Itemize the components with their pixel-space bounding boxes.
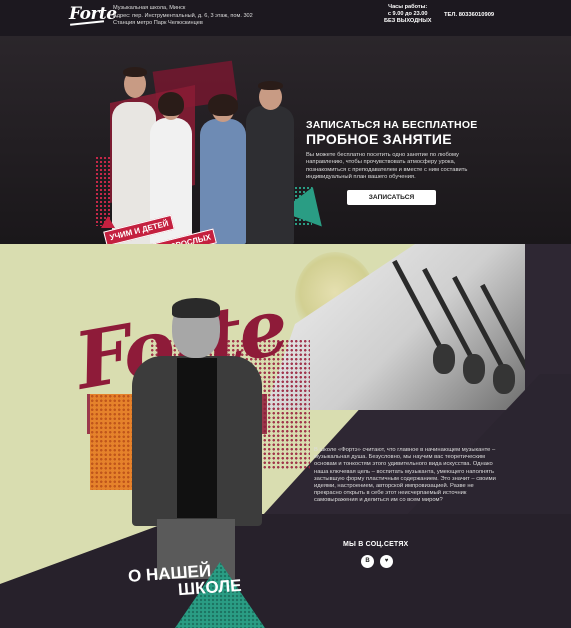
warning-triangle-icon bbox=[101, 216, 115, 228]
team-photo-hair bbox=[208, 94, 238, 116]
phone-number[interactable]: ТЕЛ. 80336010909 bbox=[444, 12, 494, 18]
team-photo-hair bbox=[258, 81, 283, 90]
guitar-body bbox=[463, 354, 485, 384]
vk-icon[interactable]: В bbox=[361, 555, 374, 568]
teacher-hair bbox=[172, 298, 220, 318]
hero-description: Вы можете бесплатно посетить одно заняти… bbox=[306, 152, 468, 180]
team-photo-hair bbox=[158, 92, 184, 116]
team-photo-person bbox=[200, 119, 246, 244]
guitar-body bbox=[433, 344, 455, 374]
signup-button[interactable]: ЗАПИСАТЬСЯ bbox=[347, 190, 436, 205]
hours-line: Часы работы: bbox=[388, 4, 428, 10]
hours-line: с 9.00 до 23.00 bbox=[387, 11, 428, 17]
about-section: Forte В школе «Фортэ» считают, что главн… bbox=[0, 244, 571, 628]
site-header: Forte Музыкальная школа, Минск Адрес: пе… bbox=[0, 0, 571, 36]
hero-title: ЗАПИСАТЬСЯ НА БЕСПЛАТНОЕ bbox=[306, 119, 478, 131]
guitar-body bbox=[493, 364, 515, 394]
teacher-photo bbox=[122, 294, 262, 579]
social-title: МЫ В СОЦ.СЕТЯХ bbox=[343, 541, 409, 548]
hours-line: БЕЗ ВЫХОДНЫХ bbox=[384, 18, 432, 24]
team-photo-hair bbox=[123, 67, 147, 77]
heart-icon[interactable]: ♥ bbox=[380, 555, 393, 568]
team-photo-person bbox=[246, 106, 294, 244]
address-line: Адрес: пер. Инструментальный, д. 6, 3 эт… bbox=[113, 12, 253, 19]
address-block: Музыкальная школа, Минск Адрес: пер. Инс… bbox=[113, 5, 253, 28]
address-line: Станция метро Парк Челюскинцев bbox=[113, 20, 203, 26]
working-hours: Часы работы: с 9.00 до 23.00 БЕЗ ВЫХОДНЫ… bbox=[384, 4, 431, 25]
teacher-shirt bbox=[177, 358, 217, 518]
about-description: В школе «Фортэ» считают, что главное в н… bbox=[314, 447, 496, 504]
hero-title: ПРОБНОЕ ЗАНЯТИЕ bbox=[306, 131, 452, 147]
address-line: Музыкальная школа, Минск bbox=[113, 5, 186, 11]
trial-lesson-section: ЗАПИСАТЬСЯ НА БЕСПЛАТНОЕ ПРОБНОЕ ЗАНЯТИЕ… bbox=[0, 36, 571, 244]
